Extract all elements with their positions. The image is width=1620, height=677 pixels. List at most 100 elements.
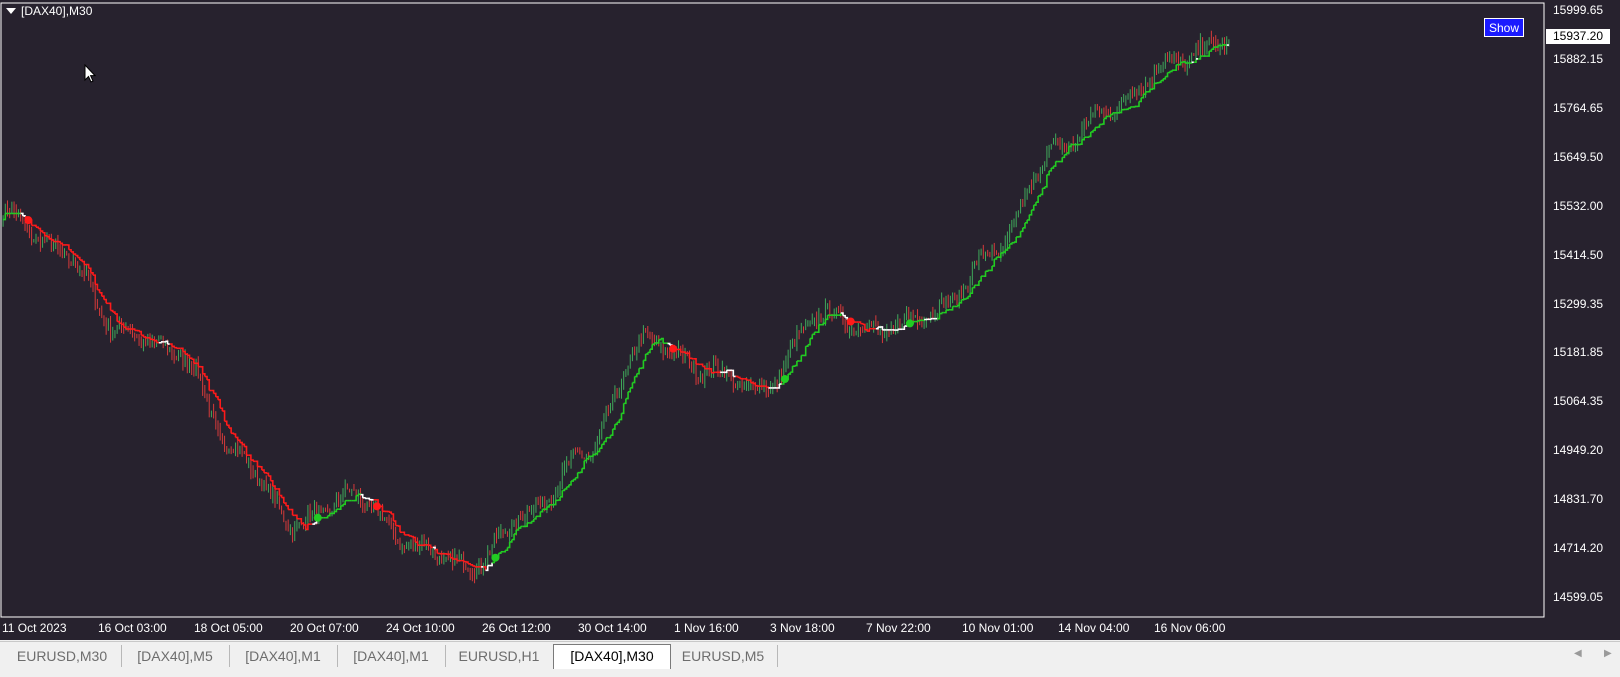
price-axis-label: 15414.50 [1553, 247, 1604, 262]
sell-signal-marker [669, 344, 678, 353]
trend-segment [963, 298, 967, 300]
trend-segment [200, 366, 204, 374]
time-axis-label: 26 Oct 12:00 [482, 621, 551, 635]
trend-segment [215, 396, 219, 400]
price-axis-label: 15999.65 [1553, 3, 1604, 17]
trend-segment [976, 280, 980, 287]
candle-series [2, 30, 1230, 584]
trend-segment [1062, 154, 1066, 159]
price-chart[interactable] [0, 0, 1620, 640]
trend-segment [1092, 127, 1096, 132]
trend-segment [35, 226, 39, 229]
trend-segment [1165, 72, 1169, 78]
trend-segment [667, 342, 671, 346]
price-axis-label: 15764.65 [1553, 100, 1604, 115]
trend-segment [1014, 236, 1017, 243]
trend-segment [1180, 61, 1184, 64]
chart-tab-bar: EURUSD,M30 [DAX40],M5 [DAX40],M1 [DAX40],M1… [0, 641, 1620, 670]
trend-segment [264, 471, 268, 474]
trend-segment [268, 475, 272, 481]
trend-segment [228, 427, 232, 434]
symbol-title[interactable]: [DAX40],M30 [6, 4, 92, 18]
price-axis-label: 15882.15 [1553, 51, 1604, 66]
chevron-left-icon[interactable]: ◀ [1574, 648, 1582, 659]
trend-segment [1167, 71, 1171, 74]
trend-segment [503, 550, 507, 553]
trend-segment [625, 391, 629, 400]
trend-segment [630, 382, 634, 389]
price-axis-label: 14949.20 [1553, 443, 1604, 458]
sell-signal-marker [372, 502, 381, 511]
time-axis-label: 11 Oct 2023 [2, 621, 67, 635]
trend-segment [619, 413, 623, 421]
trend-segment [1160, 78, 1164, 82]
trend-segment [397, 525, 401, 533]
trend-segment [514, 529, 518, 535]
price-axis-label: 15181.85 [1553, 345, 1604, 360]
trend-segment [327, 513, 331, 517]
trend-segment [788, 372, 792, 375]
trend-segment [1009, 242, 1013, 245]
trend-segment [603, 437, 607, 443]
trend-segment [647, 349, 651, 354]
trend-segment [812, 332, 816, 336]
tab-eurusd-h1[interactable]: EURUSD,H1 [445, 645, 554, 667]
trend-segment [838, 312, 842, 316]
trend-segment [498, 551, 502, 555]
tab-eurusd-m5[interactable]: EURUSD,M5 [669, 645, 778, 667]
price-axis-label: 15532.00 [1553, 198, 1604, 213]
trend-segment [1051, 166, 1055, 169]
trend-segment [353, 495, 357, 502]
trend-segment [1060, 157, 1064, 163]
trend-segment [790, 366, 794, 373]
trend-segment [71, 251, 75, 255]
trend-segment [114, 313, 118, 322]
tab-dax40-m5[interactable]: [DAX40],M5 [121, 645, 230, 667]
time-axis-label: 16 Oct 03:00 [98, 621, 167, 635]
time-axis-label: 7 Nov 22:00 [866, 621, 931, 635]
trend-segment [217, 398, 221, 409]
trend-segment [204, 375, 208, 380]
trend-segment [1132, 106, 1136, 108]
trend-segment [1035, 195, 1039, 204]
trend-segment [42, 231, 46, 236]
sell-signal-marker [24, 216, 33, 225]
trend-segment [649, 344, 653, 351]
trend-segment [224, 420, 228, 426]
trend-segment [68, 248, 72, 252]
trend-segment [643, 354, 647, 362]
trend-segment [1147, 89, 1151, 93]
time-axis-label: 16 Nov 06:00 [1154, 621, 1226, 635]
trend-segment [112, 311, 116, 314]
buy-signal-marker [491, 553, 500, 562]
trend-segment [994, 257, 998, 260]
time-axis-label: 30 Oct 14:00 [578, 621, 647, 635]
trend-segment [538, 511, 542, 518]
trend-segment [1101, 118, 1105, 125]
trend-segment [562, 488, 566, 492]
buy-signal-marker [313, 513, 322, 522]
trend-segment [82, 260, 86, 265]
trend-segment [163, 341, 167, 343]
trend-segment [66, 244, 70, 250]
collapse-arrow-icon[interactable] [6, 8, 16, 14]
trend-segment [1033, 202, 1037, 206]
trend-segment [158, 341, 162, 344]
trend-segment [860, 322, 864, 325]
chevron-right-icon[interactable]: ▶ [1604, 648, 1612, 659]
trend-segment [575, 472, 579, 479]
tab-dax40-m1[interactable]: [DAX40],M1 [337, 645, 446, 667]
trend-segment [928, 318, 932, 321]
tab-eurusd-m30[interactable]: EURUSD,M30 [3, 645, 122, 667]
tab-dax40-m1[interactable]: [DAX40],M1 [229, 645, 338, 667]
trend-segment [582, 460, 586, 470]
chart-window[interactable]: [DAX40],M30 Show 15999.65 15882.15 15764.6… [0, 0, 1620, 640]
trend-segment [636, 368, 640, 375]
time-axis-label: 18 Oct 05:00 [194, 621, 263, 635]
trend-segment [1138, 97, 1142, 103]
trend-segment [1040, 188, 1044, 196]
trend-segment [573, 477, 577, 481]
trend-segment [807, 338, 811, 346]
tab-dax40-m30[interactable]: [DAX40],M30 [553, 644, 671, 669]
show-button[interactable]: Show [1484, 18, 1524, 37]
